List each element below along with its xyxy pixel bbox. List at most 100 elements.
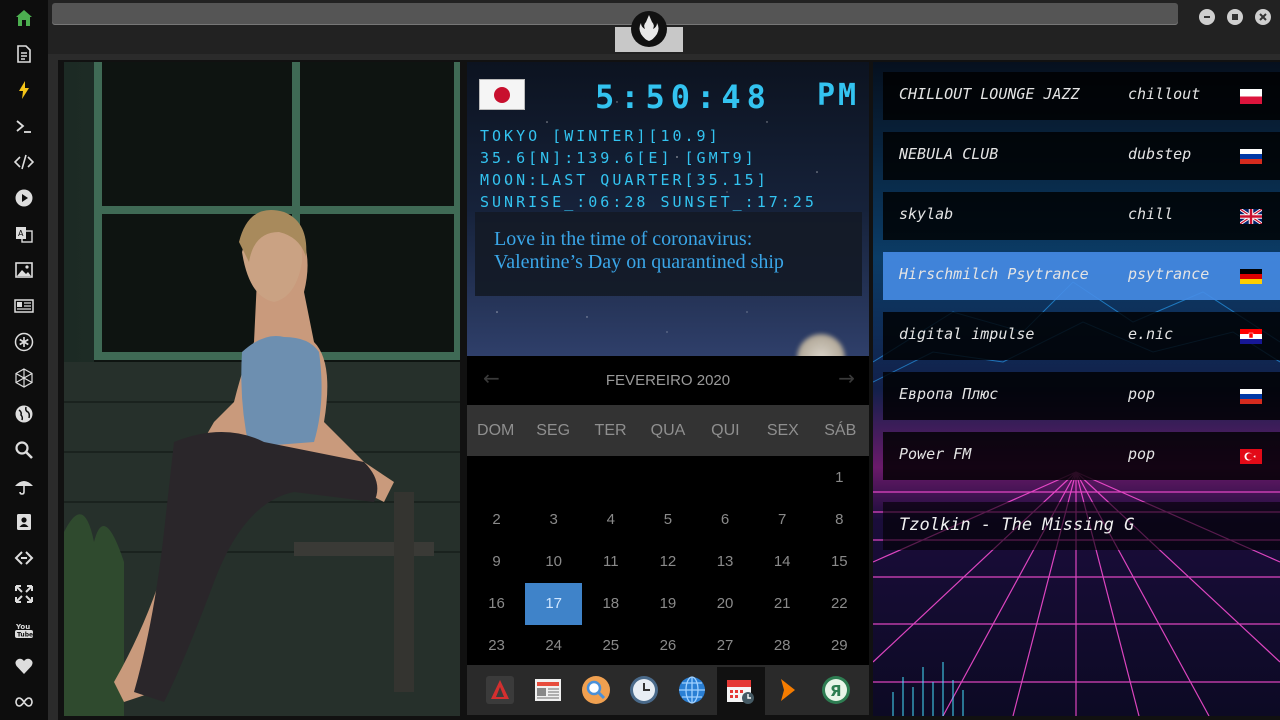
maximize-button[interactable] bbox=[1227, 9, 1243, 25]
clock-moon: MOON:LAST QUARTER[35.15] bbox=[480, 171, 769, 189]
calendar-day[interactable]: 19 bbox=[639, 583, 696, 625]
station-name: Power FM bbox=[899, 445, 972, 463]
news-line-1: Love in the time of coronavirus: bbox=[494, 228, 753, 250]
calendar-day[interactable]: 4 bbox=[582, 499, 639, 541]
calendar-day[interactable]: 22 bbox=[811, 583, 868, 625]
news-ticker[interactable]: Love in the time of coronavirus: Valenti… bbox=[475, 212, 862, 296]
calendar-day[interactable]: 13 bbox=[697, 541, 754, 583]
lightning-icon[interactable] bbox=[12, 78, 36, 102]
logo-tab[interactable] bbox=[615, 11, 683, 52]
calendar-day bbox=[697, 457, 754, 499]
weekday-label: SEG bbox=[536, 422, 571, 439]
station-genre: chill bbox=[1128, 205, 1174, 223]
radio-station-row-active[interactable]: Hirschmilch Psytrance psytrance bbox=[883, 252, 1280, 300]
calendar-day[interactable]: 27 bbox=[697, 625, 754, 667]
station-name: CHILLOUT LOUNGE JAZZ bbox=[899, 85, 1080, 103]
terminal-icon[interactable] bbox=[12, 114, 36, 138]
calendar-day[interactable]: 7 bbox=[754, 499, 811, 541]
calendar-week-row: 16 17 18 19 20 21 22 bbox=[468, 583, 868, 625]
station-name: skylab bbox=[899, 205, 954, 223]
japan-flag-icon bbox=[479, 79, 525, 110]
germany-flag-icon bbox=[1240, 269, 1262, 284]
station-genre: psytrance bbox=[1128, 265, 1210, 283]
calendar-grid: 1 2 3 4 5 6 7 8 9 10 11 12 13 14 15 16 17 18 19 20 21 22 23 24 2… bbox=[468, 457, 868, 667]
top-bar bbox=[48, 0, 1280, 54]
station-name: Hirschmilch Psytrance bbox=[899, 265, 1089, 283]
calendar-day[interactable]: 29 bbox=[811, 625, 868, 667]
calendar-day[interactable]: 20 bbox=[697, 583, 754, 625]
calendar-day[interactable]: 18 bbox=[582, 583, 639, 625]
hexagon-icon[interactable] bbox=[12, 366, 36, 390]
calendar-day-today[interactable]: 17 bbox=[525, 583, 583, 625]
clock-coords: 35.6[N]:139.6[E] [GMT9] bbox=[480, 149, 757, 167]
contacts-icon[interactable] bbox=[12, 510, 36, 534]
calendar-week-row: 2345678 bbox=[468, 499, 868, 541]
radio-station-row[interactable]: Power FM pop bbox=[883, 432, 1280, 480]
calendar-day[interactable]: 12 bbox=[639, 541, 696, 583]
clock-app-icon[interactable] bbox=[629, 675, 659, 705]
calendar-week-row: 1 bbox=[468, 457, 868, 499]
calendar-day[interactable]: 16 bbox=[468, 583, 525, 625]
radio-station-row[interactable]: NEBULA CLUB dubstep bbox=[883, 132, 1280, 180]
weekday-label: SEX bbox=[766, 422, 799, 439]
link-icon[interactable] bbox=[12, 546, 36, 570]
search-app-icon[interactable] bbox=[581, 675, 611, 705]
youtube-icon[interactable]: You Tube bbox=[12, 618, 36, 642]
calendar-day[interactable]: 3 bbox=[525, 499, 582, 541]
calendar-day[interactable]: 2 bbox=[468, 499, 525, 541]
launcher-icon[interactable] bbox=[485, 675, 515, 705]
radio-station-row[interactable]: Европа Плюс pop bbox=[883, 372, 1280, 420]
translate-icon[interactable]: A bbox=[12, 222, 36, 246]
fullscreen-icon[interactable] bbox=[12, 582, 36, 606]
calendar-day[interactable]: 11 bbox=[582, 541, 639, 583]
calendar-next-button[interactable]: → bbox=[838, 366, 855, 390]
calendar-day[interactable]: 23 bbox=[468, 625, 525, 667]
clock-location: TOKYO [WINTER][10.9] bbox=[480, 127, 721, 145]
code-icon[interactable] bbox=[12, 150, 36, 174]
asterisk-icon[interactable] bbox=[12, 330, 36, 354]
search-icon[interactable] bbox=[12, 438, 36, 462]
calendar-day[interactable]: 5 bbox=[639, 499, 696, 541]
calendar-day[interactable]: 25 bbox=[582, 625, 639, 667]
globe-icon[interactable] bbox=[12, 402, 36, 426]
news-app-icon[interactable] bbox=[533, 675, 563, 705]
infinity-icon[interactable] bbox=[12, 690, 36, 714]
heart-icon[interactable] bbox=[12, 654, 36, 678]
svg-text:A: A bbox=[18, 229, 24, 238]
close-button[interactable] bbox=[1255, 9, 1271, 25]
russia-flag-icon bbox=[1240, 389, 1262, 404]
calendar-day[interactable]: 28 bbox=[754, 625, 811, 667]
calendar-day[interactable]: 21 bbox=[754, 583, 811, 625]
calendar-day[interactable]: 8 bbox=[811, 499, 868, 541]
radio-station-row[interactable]: skylab chill bbox=[883, 192, 1280, 240]
globe-app-icon[interactable] bbox=[677, 675, 707, 705]
news-icon[interactable] bbox=[12, 294, 36, 318]
calendar-day[interactable]: 10 bbox=[525, 541, 582, 583]
station-name: digital impulse bbox=[899, 325, 1035, 343]
yandex-icon[interactable]: Я bbox=[821, 675, 851, 705]
play-icon[interactable] bbox=[12, 186, 36, 210]
svg-text:You: You bbox=[15, 623, 30, 631]
maximize-icon bbox=[1232, 14, 1238, 20]
calendar-app-icon[interactable] bbox=[725, 675, 755, 705]
document-icon[interactable] bbox=[12, 42, 36, 66]
calendar-day[interactable]: 1 bbox=[811, 457, 868, 499]
minimize-button[interactable] bbox=[1199, 9, 1215, 25]
calendar-day[interactable]: 24 bbox=[525, 625, 582, 667]
calendar-day[interactable]: 15 bbox=[811, 541, 868, 583]
umbrella-icon[interactable] bbox=[12, 474, 36, 498]
calendar-day[interactable]: 9 bbox=[468, 541, 525, 583]
weekday-label: TER bbox=[594, 422, 627, 439]
calendar-day[interactable]: 14 bbox=[754, 541, 811, 583]
home-icon[interactable] bbox=[12, 6, 36, 30]
radio-station-row[interactable]: digital impulse e.nic bbox=[883, 312, 1280, 360]
calendar-day[interactable]: 6 bbox=[697, 499, 754, 541]
calendar-day[interactable]: 26 bbox=[639, 625, 696, 667]
minimize-icon bbox=[1204, 16, 1210, 18]
arrow-app-icon[interactable] bbox=[773, 675, 803, 705]
image-icon[interactable] bbox=[12, 258, 36, 282]
radio-station-row[interactable]: CHILLOUT LOUNGE JAZZ chillout bbox=[883, 72, 1280, 120]
croatia-flag-icon bbox=[1240, 329, 1262, 344]
address-bar[interactable] bbox=[52, 3, 1178, 25]
rebel-logo-icon bbox=[631, 11, 667, 47]
